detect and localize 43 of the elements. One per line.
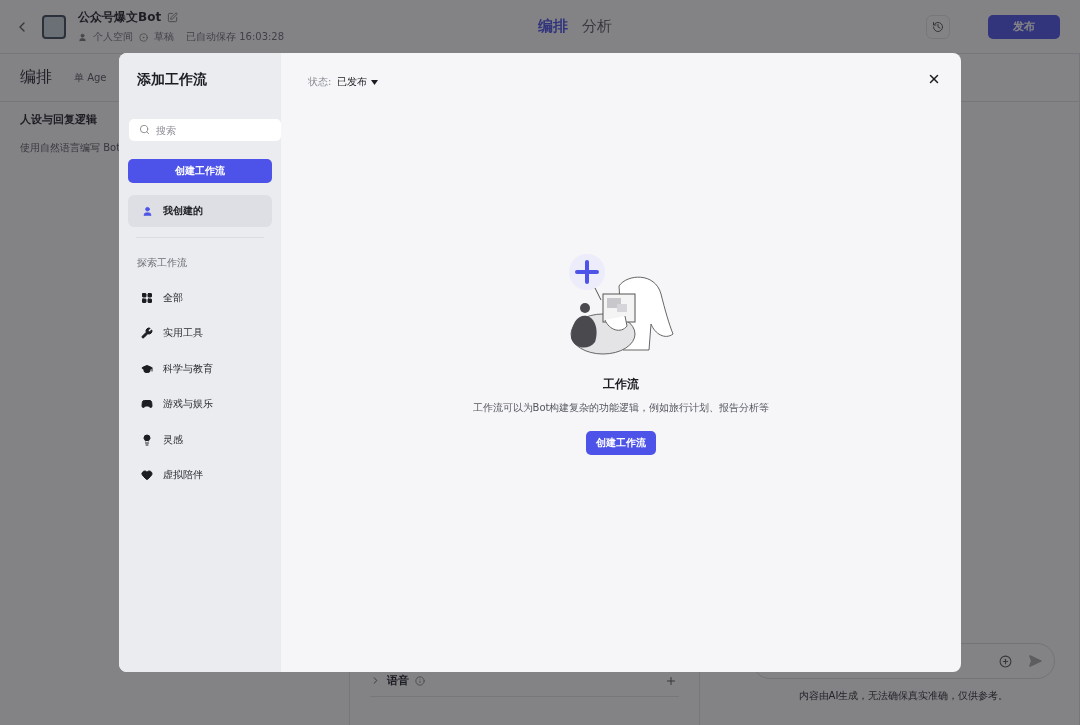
category-item[interactable]: 实用工具 [128,315,272,351]
person-icon [142,205,153,217]
create-workflow-button[interactable]: 创建工作流 [586,431,656,455]
empty-title: 工作流 [603,376,639,393]
draft-icon [139,32,148,42]
info-icon [415,675,425,686]
create-workflow-button[interactable]: 创建工作流 [128,159,272,183]
empty-description: 工作流可以为Bot构建复杂的功能逻辑，例如旅行计划、报告分析等 [472,401,770,415]
bot-name: 公众号爆文Bot [78,9,162,26]
add-icon[interactable] [665,674,677,687]
autosave-time: 已自动保存 16:03:28 [186,30,285,44]
search-icon [139,124,150,135]
add-icon[interactable] [999,654,1012,668]
grid-icon [141,291,153,304]
explore-heading: 探索工作流 [136,256,188,270]
graduation-cap-icon [141,362,153,375]
heart-icon [141,469,153,482]
lightbulb-icon [141,433,153,446]
status-dropdown[interactable]: 已发布 [337,75,379,89]
category-item[interactable]: 科学与教育 [128,351,272,387]
category-item[interactable]: 全部 [128,280,272,316]
category-item[interactable]: 灵感 [128,422,272,458]
history-button[interactable] [926,14,950,39]
history-icon [932,20,944,33]
section-title: 编排 [20,67,52,88]
category-item[interactable]: 虚拟陪伴 [128,457,272,493]
bot-avatar [42,14,66,39]
wrench-icon [141,327,153,340]
sidebar-item[interactable]: 我创建的 [128,195,272,227]
draft-status: 草稿 [154,30,174,44]
category-item[interactable]: 游戏与娱乐 [128,386,272,422]
edit-icon[interactable] [167,12,179,23]
modal-title: 添加工作流 [136,71,208,89]
gamepad-icon [141,398,153,411]
voice-label: 语音 [387,673,409,688]
status-label: 状态: [308,75,332,89]
search-field[interactable]: 搜索 [129,119,281,141]
person-icon [78,32,87,42]
persona-title: 人设与回复逻辑 [20,112,98,127]
disclaimer: 内容由AI生成，无法确保真实准确，仅供参考。 [798,689,1009,703]
close-icon[interactable] [927,72,941,86]
send-icon[interactable] [1028,654,1042,668]
caret-icon [371,79,379,85]
